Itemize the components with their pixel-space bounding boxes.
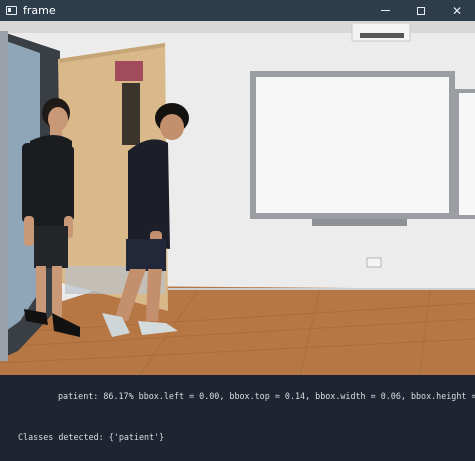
window-titlebar[interactable]: frame ✕ xyxy=(0,0,475,21)
video-frame xyxy=(0,21,475,375)
console-output: patient: 86.17% bbox.left = 0.00, bbox.t… xyxy=(0,375,475,461)
close-button[interactable]: ✕ xyxy=(439,0,475,21)
detection-result-line: patient: 86.17% bbox.left = 0.00, bbox.t… xyxy=(58,391,475,401)
door-sign xyxy=(115,61,143,81)
power-socket xyxy=(366,257,382,268)
maximize-button[interactable] xyxy=(403,0,439,21)
maximize-icon xyxy=(417,6,425,15)
door-window xyxy=(122,83,140,145)
whiteboard-right xyxy=(459,93,475,215)
window-title: frame xyxy=(23,4,56,17)
minimize-icon xyxy=(380,10,390,11)
window-frame-icon xyxy=(6,6,17,15)
camera-scene xyxy=(0,21,475,375)
classes-detected-line: Classes detected: {'patient'} xyxy=(18,432,165,442)
close-icon: ✕ xyxy=(451,3,463,18)
whiteboard-tray xyxy=(312,219,407,226)
window-controls: ✕ xyxy=(367,0,475,21)
air-conditioner-vent xyxy=(360,33,404,38)
door-frame-left xyxy=(0,31,8,361)
whiteboard xyxy=(256,77,449,213)
minimize-button[interactable] xyxy=(367,0,403,21)
air-conditioner xyxy=(351,22,411,42)
